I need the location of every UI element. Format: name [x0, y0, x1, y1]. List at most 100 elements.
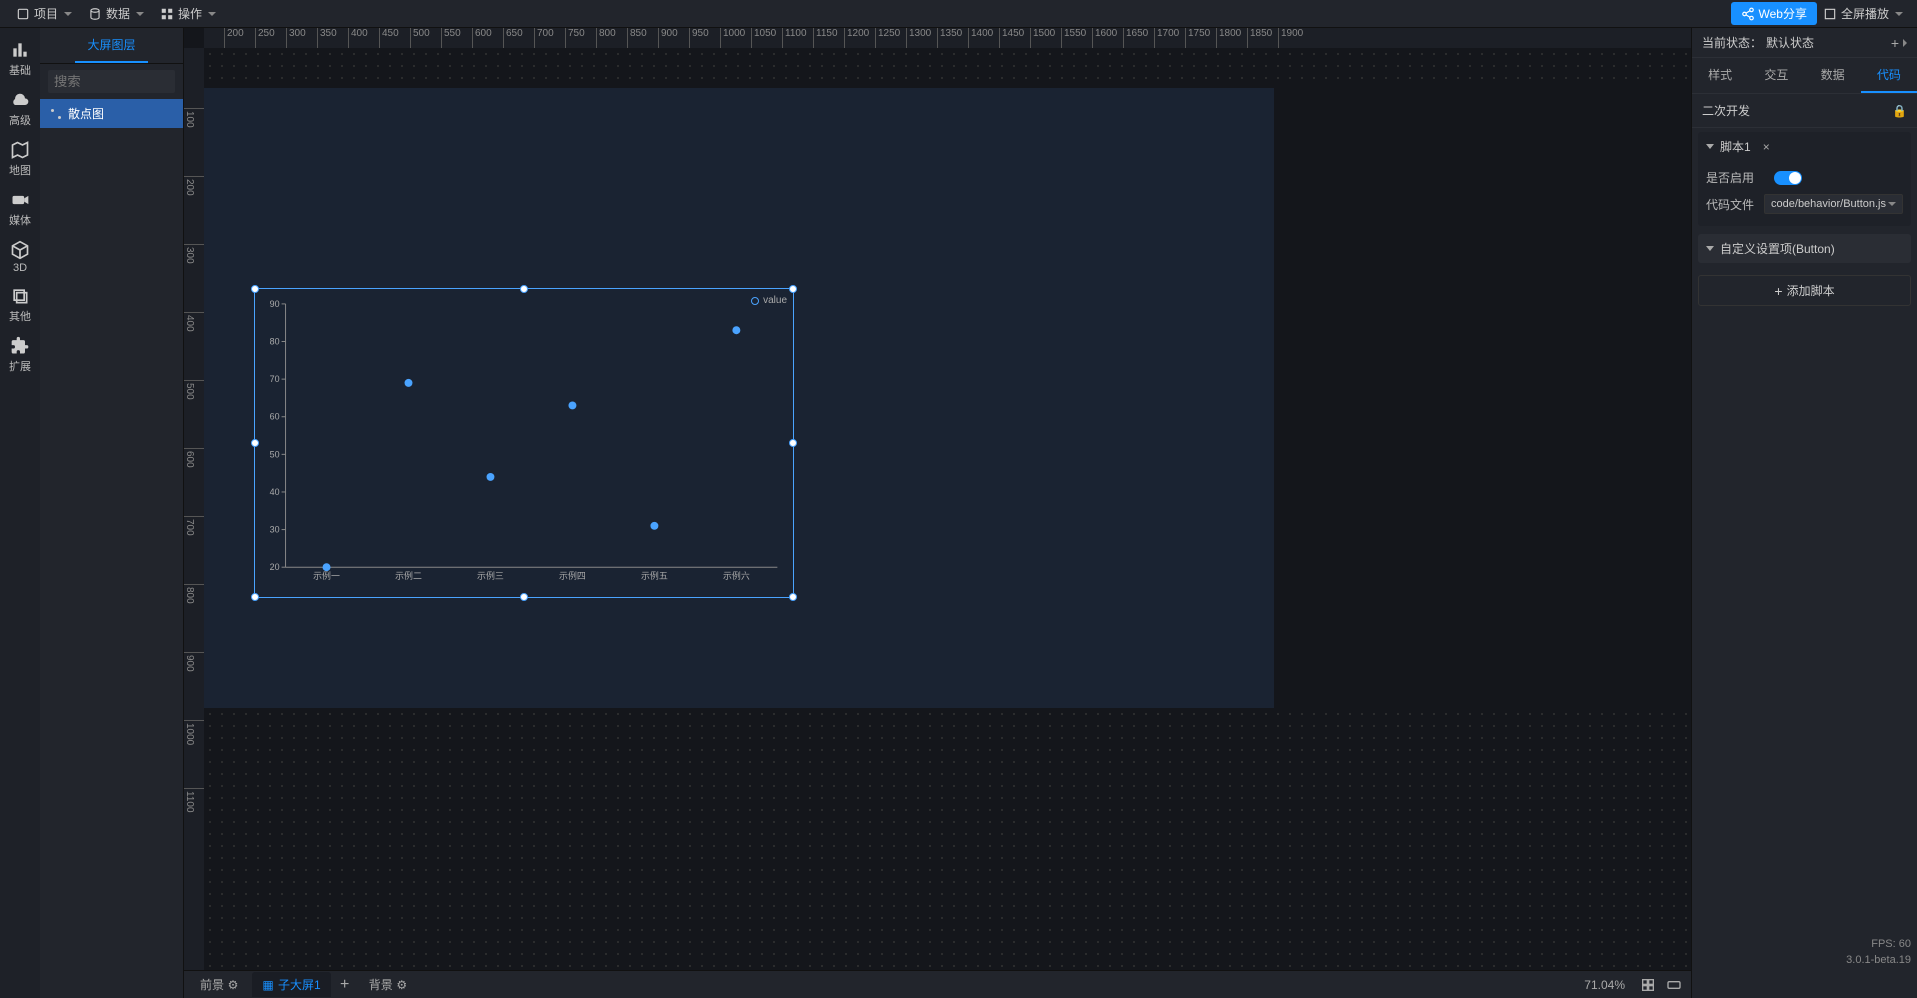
layer-search-input[interactable]: [48, 70, 175, 93]
tool-3d[interactable]: 3D: [0, 234, 40, 280]
lock-icon[interactable]: 🔒: [1892, 104, 1907, 118]
resize-handle-tl[interactable]: [251, 285, 259, 293]
resize-handle-tm[interactable]: [520, 285, 528, 293]
properties-panel: 当前状态： 默认状态 + 样式 交互 数据 代码 二次开发 🔒 脚本1 ×: [1691, 28, 1917, 998]
tool-media-label: 媒体: [9, 212, 31, 228]
layer-item-label: 散点图: [68, 105, 104, 122]
tab-subscreen-label: 子大屏1: [278, 976, 321, 993]
keyboard-icon[interactable]: [1666, 977, 1682, 993]
chevron-down-icon: [1895, 12, 1903, 16]
svg-text:40: 40: [270, 487, 280, 497]
add-state-button[interactable]: +: [1891, 35, 1899, 51]
project-icon: [16, 7, 30, 21]
script-header[interactable]: 脚本1 ×: [1698, 132, 1911, 161]
tool-extension-label: 扩展: [9, 358, 31, 374]
vertical-ruler: 10020030040050060070080090010001100: [184, 48, 204, 970]
menu-operation-label: 操作: [178, 5, 202, 22]
database-icon: [88, 7, 102, 21]
camera-icon: [10, 190, 30, 210]
scatter-icon: [50, 108, 62, 120]
tab-interaction[interactable]: 交互: [1748, 58, 1804, 93]
selected-component[interactable]: value 2030405060708090示例一示例二示例三示例四示例五示例六: [254, 288, 794, 598]
svg-text:90: 90: [270, 299, 280, 309]
tool-basic-label: 基础: [9, 62, 31, 78]
tool-basic[interactable]: 基础: [0, 34, 40, 84]
svg-text:20: 20: [270, 562, 280, 572]
zoom-level[interactable]: 71.04%: [1576, 978, 1633, 992]
tab-foreground[interactable]: 前景 ⚙: [190, 972, 248, 997]
chevron-down-icon: [208, 12, 216, 16]
cloud-icon: [10, 90, 30, 110]
add-screen-button[interactable]: +: [335, 975, 355, 995]
share-icon: [1741, 7, 1755, 21]
fullscreen-label: 全屏播放: [1841, 5, 1889, 22]
tab-style[interactable]: 样式: [1692, 58, 1748, 93]
resize-handle-bm[interactable]: [520, 593, 528, 601]
fullscreen-button[interactable]: 全屏播放: [1817, 5, 1909, 22]
tool-other[interactable]: 其他: [0, 280, 40, 330]
settings-small-icon: ⚙: [397, 980, 407, 990]
component-category-bar: 基础 高级 地图 媒体 3D 其他 扩展: [0, 28, 40, 998]
resize-handle-bl[interactable]: [251, 593, 259, 601]
canvas-viewport[interactable]: value 2030405060708090示例一示例二示例三示例四示例五示例六: [204, 48, 1691, 970]
web-share-button[interactable]: Web分享: [1731, 2, 1817, 25]
resize-handle-ml[interactable]: [251, 439, 259, 447]
tab-background[interactable]: 背景 ⚙: [359, 972, 417, 997]
tool-3d-label: 3D: [13, 262, 27, 274]
version-display: 3.0.1-beta.19: [1846, 952, 1911, 968]
add-script-label: 添加脚本: [1787, 282, 1835, 299]
resize-handle-tr[interactable]: [789, 285, 797, 293]
tool-map-label: 地图: [9, 162, 31, 178]
svg-text:70: 70: [270, 374, 280, 384]
bar-chart-icon: [10, 40, 30, 60]
menu-project[interactable]: 项目: [8, 0, 80, 27]
triangle-down-icon: [1706, 246, 1714, 251]
tool-map[interactable]: 地图: [0, 134, 40, 184]
tab-subscreen-1[interactable]: ▦ 子大屏1: [252, 972, 331, 997]
fit-screen-icon[interactable]: [1640, 977, 1656, 993]
tool-other-label: 其他: [9, 308, 31, 324]
script-title: 脚本1: [1720, 138, 1751, 155]
cube-icon: [10, 240, 30, 260]
state-value[interactable]: 默认状态: [1766, 34, 1814, 51]
resize-handle-mr[interactable]: [789, 439, 797, 447]
tool-media[interactable]: 媒体: [0, 184, 40, 234]
custom-settings-section[interactable]: 自定义设置项(Button): [1698, 234, 1911, 263]
tab-screen-layers[interactable]: 大屏图层: [75, 28, 147, 63]
menu-project-label: 项目: [34, 5, 58, 22]
legend-marker-icon: [751, 297, 759, 305]
menu-operation[interactable]: 操作: [152, 0, 224, 27]
fullscreen-icon: [1823, 7, 1837, 21]
svg-text:示例三: 示例三: [477, 570, 504, 581]
svg-text:示例一: 示例一: [313, 570, 340, 581]
tab-code[interactable]: 代码: [1861, 58, 1917, 93]
layer-item-scatter[interactable]: 散点图: [40, 99, 183, 128]
menu-data[interactable]: 数据: [80, 0, 152, 27]
resize-handle-br[interactable]: [789, 593, 797, 601]
svg-text:30: 30: [270, 525, 280, 535]
section-secondary-dev: 二次开发 🔒: [1692, 94, 1917, 128]
tool-extension[interactable]: 扩展: [0, 330, 40, 380]
tool-advanced-label: 高级: [9, 112, 31, 128]
layers-icon: [10, 286, 30, 306]
tab-data[interactable]: 数据: [1805, 58, 1861, 93]
map-icon: [10, 140, 30, 160]
layer-panel-tabs: 大屏图层: [40, 28, 183, 64]
chevron-right-icon[interactable]: [1903, 39, 1907, 47]
tab-foreground-label: 前景: [200, 976, 224, 993]
svg-text:50: 50: [270, 449, 280, 459]
script-block: 脚本1 × 是否启用 代码文件 code/behavior/Button.js: [1698, 132, 1911, 226]
screen-icon: ▦: [262, 979, 274, 991]
chevron-down-icon: [136, 12, 144, 16]
close-icon[interactable]: ×: [1763, 140, 1770, 154]
tool-advanced[interactable]: 高级: [0, 84, 40, 134]
enable-toggle[interactable]: [1774, 171, 1802, 185]
svg-text:60: 60: [270, 412, 280, 422]
svg-text:示例四: 示例四: [559, 570, 586, 581]
codefile-value: code/behavior/Button.js: [1771, 198, 1886, 210]
codefile-select[interactable]: code/behavior/Button.js: [1764, 194, 1903, 214]
puzzle-icon: [10, 336, 30, 356]
enable-label: 是否启用: [1706, 169, 1766, 186]
add-script-button[interactable]: + 添加脚本: [1698, 275, 1911, 306]
codefile-label: 代码文件: [1706, 196, 1756, 213]
